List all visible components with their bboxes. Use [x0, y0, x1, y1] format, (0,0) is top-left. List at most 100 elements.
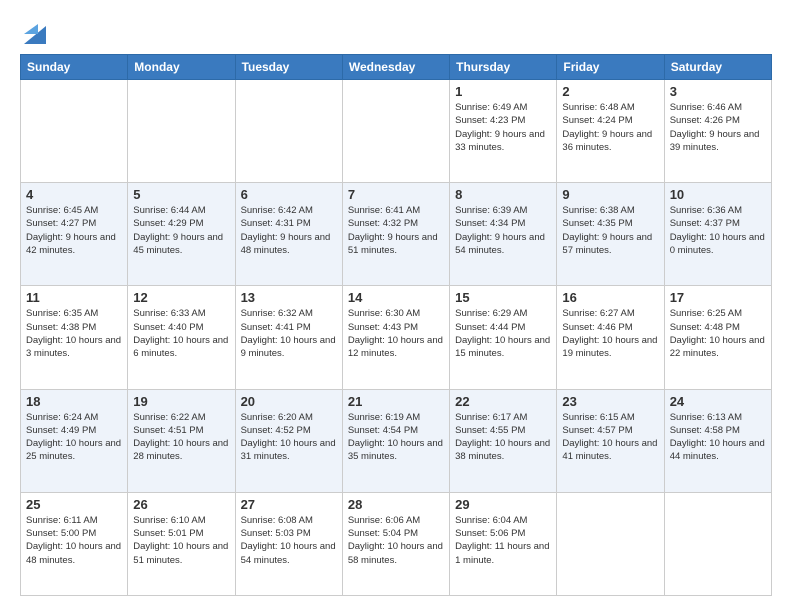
weekday-header-thursday: Thursday — [450, 55, 557, 80]
day-number: 12 — [133, 290, 229, 305]
day-number: 19 — [133, 394, 229, 409]
day-info: Sunrise: 6:45 AM Sunset: 4:27 PM Dayligh… — [26, 204, 122, 257]
day-info: Sunrise: 6:30 AM Sunset: 4:43 PM Dayligh… — [348, 307, 444, 360]
calendar-cell: 26 Sunrise: 6:10 AM Sunset: 5:01 PM Dayli… — [128, 492, 235, 595]
calendar-cell: 10 Sunrise: 6:36 AM Sunset: 4:37 PM Dayli… — [664, 183, 771, 286]
calendar-cell: 7 Sunrise: 6:41 AM Sunset: 4:32 PM Daylig… — [342, 183, 449, 286]
week-row-3: 18Sunrise: 6:24 AM Sunset: 4:49 PM Dayli… — [21, 389, 772, 492]
calendar-cell: 6 Sunrise: 6:42 AM Sunset: 4:31 PM Daylig… — [235, 183, 342, 286]
calendar-cell — [664, 492, 771, 595]
day-number: 24 — [670, 394, 766, 409]
day-info: Sunrise: 6:11 AM Sunset: 5:00 PM Dayligh… — [26, 514, 122, 567]
calendar-cell: 16 Sunrise: 6:27 AM Sunset: 4:46 PM Dayli… — [557, 286, 664, 389]
calendar-cell: 8 Sunrise: 6:39 AM Sunset: 4:34 PM Daylig… — [450, 183, 557, 286]
calendar-cell: 20Sunrise: 6:20 AM Sunset: 4:52 PM Dayli… — [235, 389, 342, 492]
day-info: Sunrise: 6:33 AM Sunset: 4:40 PM Dayligh… — [133, 307, 229, 360]
calendar-cell — [557, 492, 664, 595]
day-number: 1 — [455, 84, 551, 99]
day-number: 10 — [670, 187, 766, 202]
day-info: Sunrise: 6:22 AM Sunset: 4:51 PM Dayligh… — [133, 411, 229, 464]
weekday-header-wednesday: Wednesday — [342, 55, 449, 80]
weekday-header-monday: Monday — [128, 55, 235, 80]
day-number: 27 — [241, 497, 337, 512]
calendar-cell: 9 Sunrise: 6:38 AM Sunset: 4:35 PM Daylig… — [557, 183, 664, 286]
day-number: 15 — [455, 290, 551, 305]
weekday-header-friday: Friday — [557, 55, 664, 80]
calendar-cell — [21, 80, 128, 183]
week-row-4: 25 Sunrise: 6:11 AM Sunset: 5:00 PM Dayli… — [21, 492, 772, 595]
weekday-header-tuesday: Tuesday — [235, 55, 342, 80]
day-info: Sunrise: 6:32 AM Sunset: 4:41 PM Dayligh… — [241, 307, 337, 360]
day-number: 21 — [348, 394, 444, 409]
day-info: Sunrise: 6:25 AM Sunset: 4:48 PM Dayligh… — [670, 307, 766, 360]
week-row-2: 11 Sunrise: 6:35 AM Sunset: 4:38 PM Dayli… — [21, 286, 772, 389]
calendar-cell: 22 Sunrise: 6:17 AM Sunset: 4:55 PM Dayli… — [450, 389, 557, 492]
calendar-cell: 2Sunrise: 6:48 AM Sunset: 4:24 PM Daylig… — [557, 80, 664, 183]
calendar-cell — [235, 80, 342, 183]
calendar-cell: 18Sunrise: 6:24 AM Sunset: 4:49 PM Dayli… — [21, 389, 128, 492]
day-info: Sunrise: 6:27 AM Sunset: 4:46 PM Dayligh… — [562, 307, 658, 360]
day-number: 16 — [562, 290, 658, 305]
calendar-cell: 21Sunrise: 6:19 AM Sunset: 4:54 PM Dayli… — [342, 389, 449, 492]
day-number: 23 — [562, 394, 658, 409]
day-number: 9 — [562, 187, 658, 202]
calendar-cell: 11 Sunrise: 6:35 AM Sunset: 4:38 PM Dayli… — [21, 286, 128, 389]
header — [20, 16, 772, 44]
calendar-cell: 1 Sunrise: 6:49 AM Sunset: 4:23 PM Daylig… — [450, 80, 557, 183]
day-number: 7 — [348, 187, 444, 202]
day-info: Sunrise: 6:10 AM Sunset: 5:01 PM Dayligh… — [133, 514, 229, 567]
week-row-0: 1 Sunrise: 6:49 AM Sunset: 4:23 PM Daylig… — [21, 80, 772, 183]
day-number: 8 — [455, 187, 551, 202]
calendar-cell: 19 Sunrise: 6:22 AM Sunset: 4:51 PM Dayli… — [128, 389, 235, 492]
calendar-table: SundayMondayTuesdayWednesdayThursdayFrid… — [20, 54, 772, 596]
day-number: 13 — [241, 290, 337, 305]
weekday-header-row: SundayMondayTuesdayWednesdayThursdayFrid… — [21, 55, 772, 80]
day-number: 20 — [241, 394, 337, 409]
day-number: 22 — [455, 394, 551, 409]
day-info: Sunrise: 6:29 AM Sunset: 4:44 PM Dayligh… — [455, 307, 551, 360]
calendar-cell: 25 Sunrise: 6:11 AM Sunset: 5:00 PM Dayli… — [21, 492, 128, 595]
day-number: 5 — [133, 187, 229, 202]
calendar-cell: 27 Sunrise: 6:08 AM Sunset: 5:03 PM Dayli… — [235, 492, 342, 595]
day-info: Sunrise: 6:35 AM Sunset: 4:38 PM Dayligh… — [26, 307, 122, 360]
day-number: 29 — [455, 497, 551, 512]
day-number: 26 — [133, 497, 229, 512]
calendar-cell: 3Sunrise: 6:46 AM Sunset: 4:26 PM Daylig… — [664, 80, 771, 183]
day-number: 3 — [670, 84, 766, 99]
day-info: Sunrise: 6:41 AM Sunset: 4:32 PM Dayligh… — [348, 204, 444, 257]
day-info: Sunrise: 6:48 AM Sunset: 4:24 PM Dayligh… — [562, 101, 658, 154]
page: SundayMondayTuesdayWednesdayThursdayFrid… — [0, 0, 792, 612]
calendar-cell — [342, 80, 449, 183]
day-number: 18 — [26, 394, 122, 409]
calendar-cell: 29 Sunrise: 6:04 AM Sunset: 5:06 PM Dayli… — [450, 492, 557, 595]
day-info: Sunrise: 6:49 AM Sunset: 4:23 PM Dayligh… — [455, 101, 551, 154]
day-info: Sunrise: 6:36 AM Sunset: 4:37 PM Dayligh… — [670, 204, 766, 257]
calendar-cell: 23Sunrise: 6:15 AM Sunset: 4:57 PM Dayli… — [557, 389, 664, 492]
day-number: 28 — [348, 497, 444, 512]
day-info: Sunrise: 6:39 AM Sunset: 4:34 PM Dayligh… — [455, 204, 551, 257]
day-info: Sunrise: 6:44 AM Sunset: 4:29 PM Dayligh… — [133, 204, 229, 257]
calendar-cell: 28 Sunrise: 6:06 AM Sunset: 5:04 PM Dayli… — [342, 492, 449, 595]
calendar-cell: 15 Sunrise: 6:29 AM Sunset: 4:44 PM Dayli… — [450, 286, 557, 389]
day-number: 17 — [670, 290, 766, 305]
day-info: Sunrise: 6:38 AM Sunset: 4:35 PM Dayligh… — [562, 204, 658, 257]
day-number: 14 — [348, 290, 444, 305]
calendar-cell: 24 Sunrise: 6:13 AM Sunset: 4:58 PM Dayli… — [664, 389, 771, 492]
day-number: 25 — [26, 497, 122, 512]
weekday-header-sunday: Sunday — [21, 55, 128, 80]
day-number: 11 — [26, 290, 122, 305]
day-info: Sunrise: 6:13 AM Sunset: 4:58 PM Dayligh… — [670, 411, 766, 464]
day-info: Sunrise: 6:06 AM Sunset: 5:04 PM Dayligh… — [348, 514, 444, 567]
calendar-cell: 5 Sunrise: 6:44 AM Sunset: 4:29 PM Daylig… — [128, 183, 235, 286]
day-info: Sunrise: 6:42 AM Sunset: 4:31 PM Dayligh… — [241, 204, 337, 257]
calendar-cell: 17 Sunrise: 6:25 AM Sunset: 4:48 PM Dayli… — [664, 286, 771, 389]
day-info: Sunrise: 6:04 AM Sunset: 5:06 PM Dayligh… — [455, 514, 551, 567]
day-number: 6 — [241, 187, 337, 202]
calendar-cell — [128, 80, 235, 183]
week-row-1: 4Sunrise: 6:45 AM Sunset: 4:27 PM Daylig… — [21, 183, 772, 286]
logo — [20, 16, 46, 44]
day-info: Sunrise: 6:08 AM Sunset: 5:03 PM Dayligh… — [241, 514, 337, 567]
weekday-header-saturday: Saturday — [664, 55, 771, 80]
day-info: Sunrise: 6:17 AM Sunset: 4:55 PM Dayligh… — [455, 411, 551, 464]
calendar-cell: 13 Sunrise: 6:32 AM Sunset: 4:41 PM Dayli… — [235, 286, 342, 389]
